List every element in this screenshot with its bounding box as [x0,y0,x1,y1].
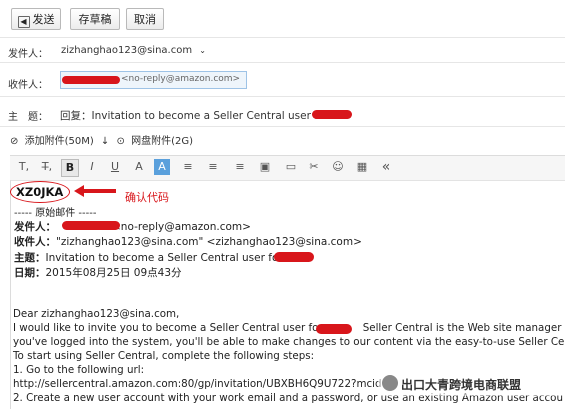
sender-select[interactable]: zizhanghao123@sina.com ⌄ [61,45,206,56]
redaction-mark [274,252,314,262]
redaction-mark [62,221,120,230]
save-draft-label: 存草稿 [78,13,112,26]
quoted-date: 日期：2015年08月25日 09点43分 [14,267,182,279]
body-greeting: Dear zizhanghao123@sina.com, [13,308,180,320]
scissors-icon[interactable]: ✂ [306,159,322,175]
sender-value: zizhanghao123@sina.com [61,45,193,56]
font-color-icon[interactable]: A [131,159,147,175]
recipient-label: 收件人： [8,80,48,91]
confirmation-code: XZ0JKA [16,185,64,199]
netdisk-attachment-link[interactable]: 网盘附件(2G) [131,136,193,147]
recipient-field[interactable]: <no-reply@amazon.com> [60,71,247,89]
align-icon[interactable]: ≡ [180,159,196,175]
italic-icon[interactable]: I [84,159,100,175]
body-line-5: http://sellercentral.amazon.com:80/gp/in… [13,378,391,390]
save-draft-button[interactable]: 存草稿 [70,8,120,30]
watermark-logo-icon [382,375,398,391]
down-arrow-icon: ↓ [100,136,110,147]
underline-icon[interactable]: U [107,159,123,175]
annotation-note: 确认代码 [125,191,169,204]
redaction-mark [316,324,352,334]
toolbar-divider [0,37,565,38]
bold-icon[interactable]: B [61,159,79,177]
sender-label: 发件人： [8,49,48,60]
body-line-1: I would like to invite you to become a S… [13,322,562,334]
list-icon[interactable]: ≡ [205,159,221,175]
indent-icon[interactable]: ≡ [232,159,248,175]
link-icon[interactable]: ▭ [283,159,299,175]
strikethrough-icon[interactable]: T̶, [39,159,55,175]
recipient-chip: <no-reply@amazon.com> [121,74,241,84]
subject-divider [0,126,565,127]
add-attachment-link[interactable]: 添加附件(50M) [25,136,94,147]
attachment-row: ⊘ 添加附件(50M) ↓ ⊙ 网盘附件(2G) [10,132,193,147]
quoted-from: 发件人： <no-reply@amazon.com> [14,221,251,233]
cancel-button[interactable]: 取消 [126,8,164,30]
font-size-icon[interactable]: T, [16,159,32,175]
send-button[interactable]: ◀ 发送 [11,8,61,30]
body-line-3: To start using Seller Central, complete … [13,350,315,362]
quoted-to: 收件人："zizhanghao123@sina.com" <zizhanghao… [14,236,362,248]
subject-label: 主 题： [8,112,48,123]
cancel-label: 取消 [134,13,156,26]
chevron-down-icon: ⌄ [199,46,206,55]
highlight-icon[interactable]: A [154,159,170,175]
collapse-icon[interactable]: « [378,159,394,175]
back-arrow-icon: ◀ [17,16,30,28]
netdisk-icon: ⊙ [116,136,125,147]
body-line-2: you've logged into the system, you'll be… [13,336,565,348]
sender-divider [0,62,565,63]
red-arrow-icon [74,185,116,197]
paperclip-icon: ⊘ [10,136,19,147]
recipient-divider [0,96,565,97]
body-line-4: 1. Go to the following url: [13,364,145,376]
emoji-icon[interactable]: ☺ [330,159,346,175]
image-icon[interactable]: ▣ [257,159,273,175]
subject-value: 回复：Invitation to become a Seller Central… [60,110,329,122]
quoted-subject: 主题：Invitation to become a Seller Central… [14,252,283,264]
send-label: 发送 [32,13,55,26]
redaction-mark [62,76,120,84]
watermark-text: 出口大青跨境电商联盟 [401,378,522,392]
table-icon[interactable]: ▦ [354,159,370,175]
quoted-divider: ----- 原始邮件 ----- [14,208,97,219]
redaction-mark [312,110,352,119]
